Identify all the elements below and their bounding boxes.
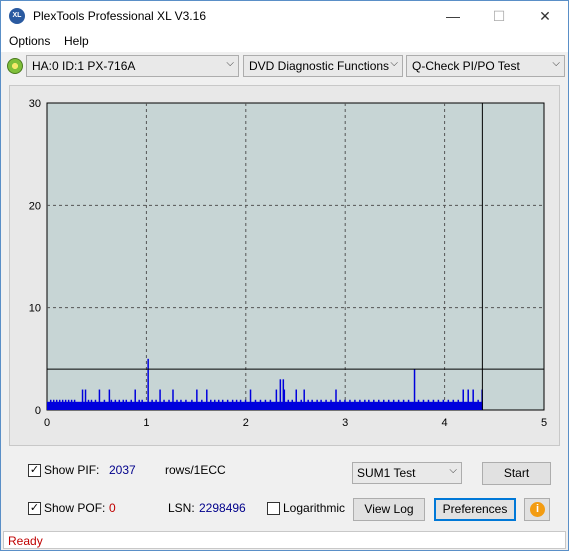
status-bar: Ready [3,531,566,549]
x-tick-label: 3 [342,417,348,429]
chevron-down-icon: ⌵ [552,58,560,69]
title-bar: XL PlexTools Professional XL V3.16 — ☐ ✕ [1,1,568,32]
x-tick-label: 5 [541,417,547,429]
sum-test-select[interactable]: SUM1 Test ⌵ [352,462,462,484]
lsn-label: LSN: [168,501,195,515]
toolbar: HA:0 ID:1 PX-716A ⌵ DVD Diagnostic Funct… [1,52,568,80]
y-tick-label: 10 [29,303,41,315]
pof-value: 0 [109,501,116,515]
y-tick-label: 30 [29,98,41,110]
show-pif-label: Show PIF: [44,463,100,477]
drive-select-value: HA:0 ID:1 PX-716A [32,59,136,73]
drive-select[interactable]: HA:0 ID:1 PX-716A ⌵ [26,55,239,77]
test-select[interactable]: Q-Check PI/PO Test ⌵ [406,55,565,77]
maximize-button[interactable]: ☐ [476,1,522,32]
app-logo-icon: XL [9,8,25,24]
y-tick-label: 20 [29,200,41,212]
logarithmic-label: Logarithmic [283,501,346,515]
x-tick-label: 0 [44,417,50,429]
x-tick-label: 2 [243,417,249,429]
window-title: PlexTools Professional XL V3.16 [33,9,206,23]
x-tick-label: 1 [143,417,149,429]
menu-help[interactable]: Help [64,34,89,48]
preferences-button[interactable]: Preferences [434,498,516,521]
controls-panel: ✓ Show PIF: 2037 rows/1ECC SUM1 Test ⌵ S… [9,451,560,527]
start-button[interactable]: Start [482,462,551,485]
show-pif-checkbox[interactable]: ✓ [28,464,41,477]
info-button[interactable]: i [524,498,550,521]
drive-icon [7,58,23,74]
chevron-down-icon: ⌵ [390,58,398,69]
pi-po-chart: 30 20 10 0 0 1 2 3 4 5 [29,98,547,429]
menu-options[interactable]: Options [9,34,50,48]
chart-bar-baseline [47,401,483,410]
status-text: Ready [8,534,43,548]
main-window: XL PlexTools Professional XL V3.16 — ☐ ✕… [0,0,569,551]
minimize-button[interactable]: — [430,1,476,32]
show-pof-checkbox[interactable]: ✓ [28,502,41,515]
function-select[interactable]: DVD Diagnostic Functions ⌵ [243,55,403,77]
chevron-down-icon: ⌵ [449,465,457,476]
plot-area [46,102,545,411]
function-select-value: DVD Diagnostic Functions [249,59,390,73]
menu-bar: Options Help [1,32,568,52]
test-select-value: Q-Check PI/PO Test [412,59,520,73]
show-pof-label: Show POF: [44,501,106,515]
view-log-button[interactable]: View Log [353,498,425,521]
chevron-down-icon: ⌵ [226,58,234,69]
y-axis-ticks: 30 20 10 0 [29,98,41,417]
info-icon: i [530,502,545,517]
chart-panel: 30 20 10 0 0 1 2 3 4 5 [9,85,560,446]
close-button[interactable]: ✕ [522,1,568,32]
x-axis-ticks: 0 1 2 3 4 5 [44,417,547,429]
x-tick-label: 4 [442,417,448,429]
sum-test-value: SUM1 Test [357,466,416,480]
logarithmic-checkbox[interactable] [267,502,280,515]
lsn-value: 2298496 [199,501,246,515]
rows-label: rows/1ECC [165,463,226,477]
pif-value: 2037 [109,463,136,477]
y-tick-label: 0 [35,405,41,417]
